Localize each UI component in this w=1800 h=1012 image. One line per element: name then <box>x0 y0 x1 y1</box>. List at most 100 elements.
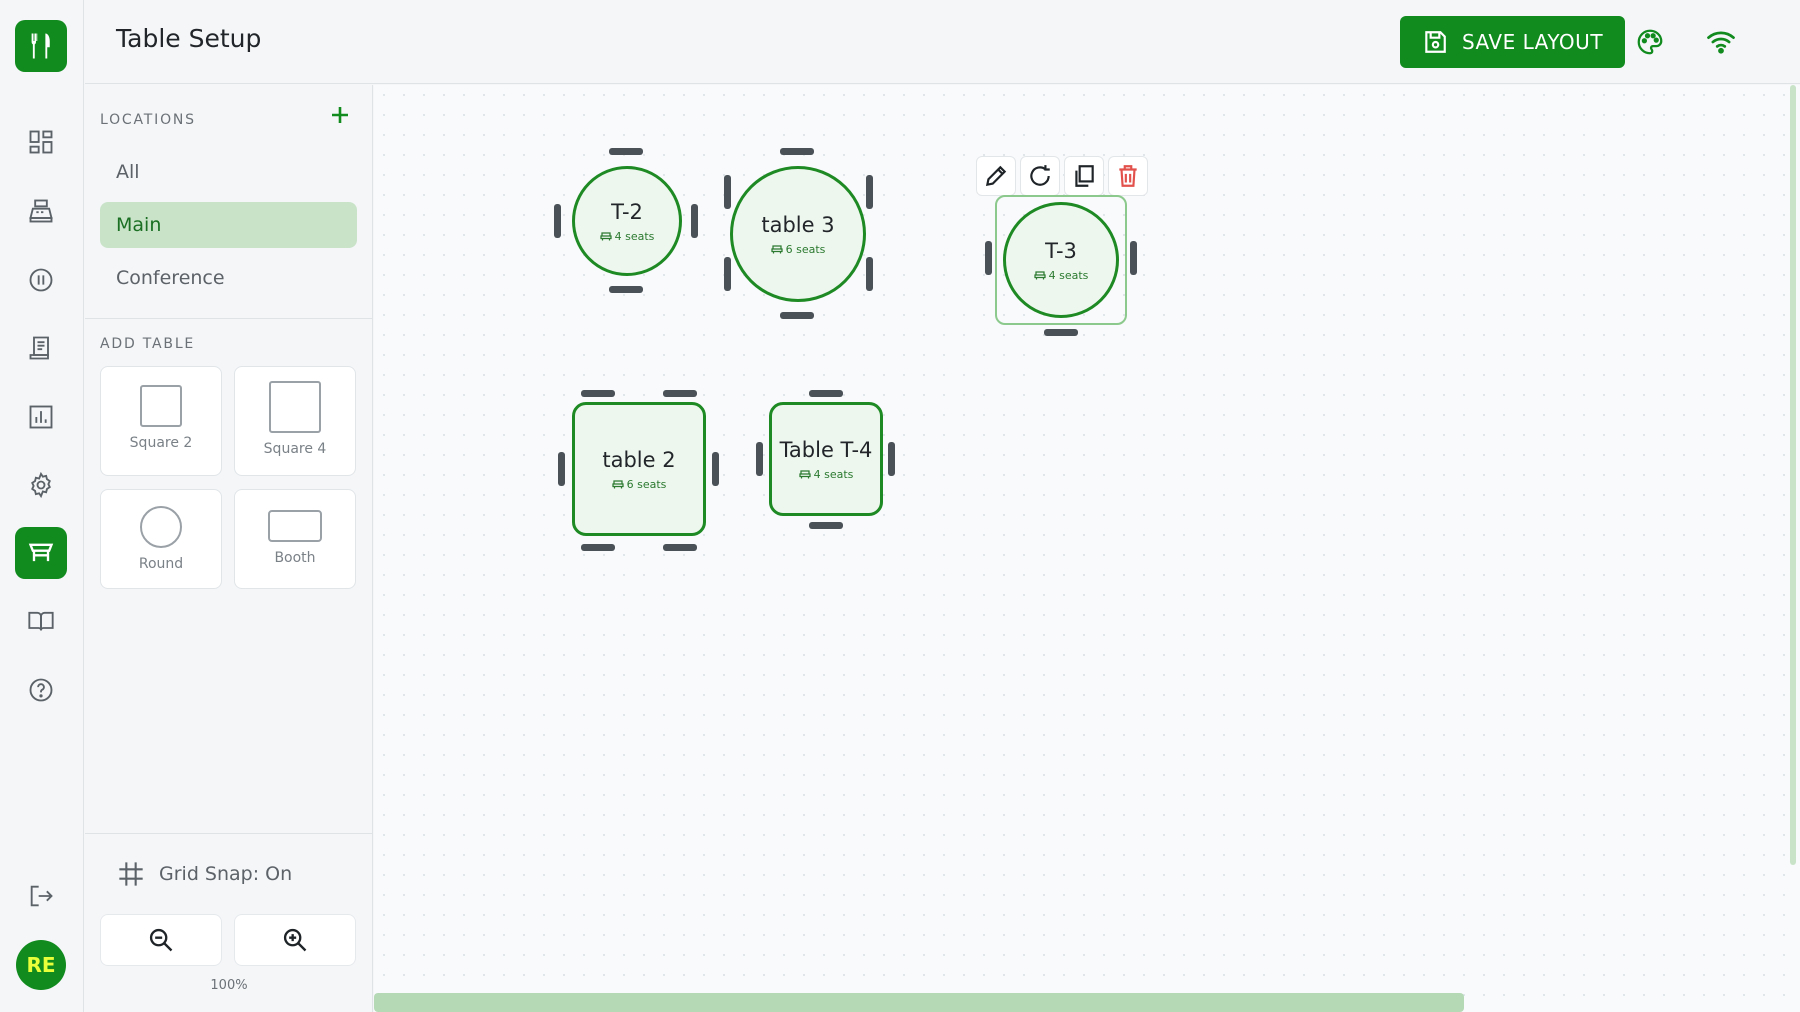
table-t-2[interactable]: T-2 4 seats <box>572 166 682 276</box>
seat-count-label: 6 seats <box>785 242 826 256</box>
chair-icon <box>611 480 624 489</box>
rail-dashboard-button[interactable] <box>15 116 67 168</box>
location-label: Conference <box>116 267 225 289</box>
location-all[interactable]: All <box>100 149 357 195</box>
location-label: All <box>116 161 140 183</box>
location-main[interactable]: Main <box>100 202 357 248</box>
gear-icon <box>31 471 51 499</box>
table-table-3[interactable]: table 3 6 seats <box>730 166 866 302</box>
square-shape-icon <box>269 381 321 433</box>
save-layout-label: SAVE LAYOUT <box>1461 30 1604 54</box>
zoom-in-button[interactable] <box>234 914 356 966</box>
seat <box>756 442 763 476</box>
edit-table-button[interactable] <box>976 156 1016 196</box>
help-icon <box>29 678 53 702</box>
seat <box>581 390 615 397</box>
add-table-heading: ADD TABLE <box>100 336 196 352</box>
rotate-icon <box>1030 165 1050 186</box>
add-location-button[interactable] <box>327 103 353 129</box>
rail-tables-button[interactable] <box>15 527 67 579</box>
top-bar: Table Setup SAVE LAYOUT <box>85 0 1800 84</box>
rectangle-shape-icon <box>268 510 322 542</box>
rail-menu-button[interactable] <box>15 595 67 647</box>
grid-snap-label: Grid Snap: On <box>159 863 293 885</box>
shape-label: Square 2 <box>129 435 193 451</box>
dashboard-icon <box>29 130 53 154</box>
fork-knife-icon <box>31 33 50 59</box>
rail-logout-button[interactable] <box>15 870 67 922</box>
zoom-level: 100% <box>210 978 248 993</box>
seat <box>712 452 719 486</box>
floppy-disk-icon <box>1425 31 1446 53</box>
rotate-table-button[interactable] <box>1020 156 1060 196</box>
add-booth-card[interactable]: Booth <box>234 489 356 589</box>
location-conference[interactable]: Conference <box>100 255 357 301</box>
register-icon <box>29 199 53 223</box>
grid-snap-toggle[interactable]: Grid Snap: On <box>117 860 292 888</box>
seat <box>1130 241 1137 275</box>
duplicate-table-button[interactable] <box>1064 156 1104 196</box>
seat-count-label: 4 seats <box>614 229 655 243</box>
logout-icon <box>30 885 53 907</box>
table-t-3[interactable]: T-3 4 seats <box>1003 202 1119 318</box>
copy-icon <box>1075 165 1094 187</box>
table-icon <box>28 543 54 562</box>
seat-count: 4 seats <box>1033 269 1088 282</box>
chair-icon <box>798 470 811 479</box>
panel-divider <box>85 833 373 834</box>
seat <box>780 312 814 319</box>
rail-pos-button[interactable] <box>15 185 67 237</box>
rail-reports-button[interactable] <box>15 391 67 443</box>
table-name: table 3 <box>761 212 835 237</box>
rail-help-button[interactable] <box>15 664 67 716</box>
chair-icon <box>1033 271 1046 280</box>
seat-count-label: 4 seats <box>813 467 854 481</box>
seat <box>663 544 697 551</box>
rail-settings-button[interactable] <box>15 459 67 511</box>
rail-receipts-button[interactable] <box>15 322 67 374</box>
rail-orders-button[interactable] <box>15 254 67 306</box>
wifi-icon <box>1707 31 1735 54</box>
seat <box>985 241 992 275</box>
seat <box>809 522 843 529</box>
wifi-status-button[interactable] <box>1703 24 1739 60</box>
seat <box>554 204 561 238</box>
add-round-card[interactable]: Round <box>100 489 222 589</box>
delete-table-button[interactable] <box>1108 156 1148 196</box>
seat <box>558 452 565 486</box>
seat-count: 4 seats <box>599 229 655 243</box>
brand-logo[interactable] <box>15 20 67 72</box>
location-panel: LOCATIONS All Main Conference ADD TABLE … <box>85 85 373 1012</box>
bar-chart-icon <box>29 405 53 429</box>
add-square-2-card[interactable]: Square 2 <box>100 366 222 476</box>
seat <box>809 390 843 397</box>
seat <box>888 442 895 476</box>
chair-icon <box>770 245 783 254</box>
zoom-out-icon <box>149 928 173 952</box>
seat <box>691 204 698 238</box>
floor-plan-canvas[interactable]: T-2 4 seats table 3 6 seats T-3 4 seats … <box>374 85 1800 1012</box>
user-initials: RE <box>26 953 56 977</box>
seat <box>1044 329 1078 336</box>
plus-icon <box>332 107 348 123</box>
book-icon <box>28 611 54 631</box>
seat <box>724 257 731 291</box>
palette-icon <box>1637 29 1663 55</box>
shape-label: Square 4 <box>263 441 327 457</box>
table-table-2[interactable]: table 2 6 seats <box>572 402 706 536</box>
add-square-4-card[interactable]: Square 4 <box>234 366 356 476</box>
vertical-scrollbar[interactable] <box>1790 85 1796 865</box>
horizontal-scrollbar[interactable] <box>374 993 1464 1012</box>
panel-divider <box>85 318 373 319</box>
seat <box>581 544 615 551</box>
table-t-4[interactable]: Table T-4 4 seats <box>769 402 883 516</box>
seat <box>663 390 697 397</box>
page-title: Table Setup <box>116 24 262 53</box>
save-layout-button[interactable]: SAVE LAYOUT <box>1400 16 1625 68</box>
grid-icon <box>119 862 143 886</box>
circle-shape-icon <box>140 506 182 548</box>
user-avatar[interactable]: RE <box>16 940 66 990</box>
zoom-out-button[interactable] <box>100 914 222 966</box>
theme-button[interactable] <box>1632 24 1668 60</box>
seat <box>609 286 643 293</box>
